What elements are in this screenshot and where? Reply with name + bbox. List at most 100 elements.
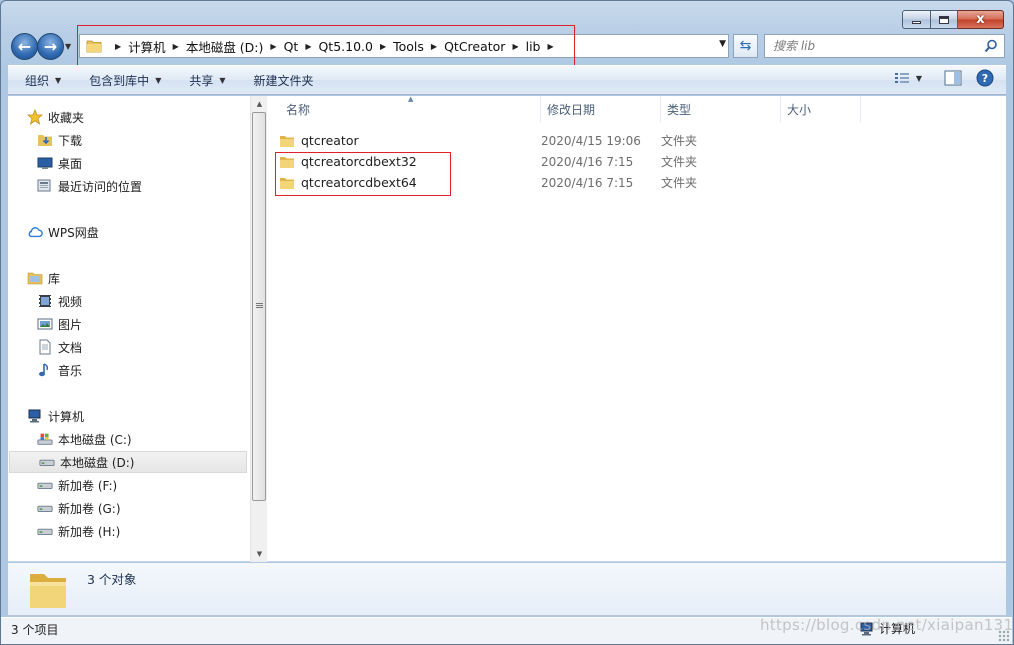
- new-folder-label: 新建文件夹: [253, 73, 314, 88]
- nav-drive-g-label: 新加卷 (G:): [58, 501, 121, 516]
- nav-documents[interactable]: 文档: [8, 336, 248, 358]
- file-row[interactable]: qtcreator 2020/4/15 19:06 文件夹: [279, 130, 1006, 151]
- organize-button[interactable]: 组织 ▼: [8, 66, 72, 94]
- nav-favorites[interactable]: 收藏夹: [8, 106, 248, 128]
- navigation-scrollbar[interactable]: ▲ ▼: [250, 96, 267, 562]
- breadcrumb-item-tools[interactable]: Tools: [393, 39, 424, 54]
- nav-drive-d[interactable]: 本地磁盘 (D:): [9, 451, 247, 473]
- nav-drive-g[interactable]: 新加卷 (G:): [8, 497, 248, 519]
- back-button[interactable]: ←: [11, 33, 38, 60]
- chevron-right-icon[interactable]: ▶: [512, 42, 518, 51]
- help-icon[interactable]: ?: [976, 69, 994, 87]
- column-name[interactable]: ▲ 名称: [268, 95, 541, 122]
- folder-icon: [86, 40, 102, 53]
- nav-downloads[interactable]: 下载: [8, 129, 248, 151]
- chevron-down-icon: ▼: [55, 75, 62, 85]
- breadcrumb-item-lib[interactable]: lib: [526, 39, 541, 54]
- file-row[interactable]: qtcreatorcdbext32 2020/4/16 7:15 文件夹: [279, 151, 1006, 172]
- file-type: 文件夹: [661, 134, 698, 148]
- new-folder-button[interactable]: 新建文件夹: [237, 66, 325, 94]
- nav-drive-h[interactable]: 新加卷 (H:): [8, 520, 248, 542]
- video-icon: [37, 293, 53, 309]
- breadcrumb-item-drive-d[interactable]: 本地磁盘 (D:): [186, 37, 264, 56]
- nav-computer[interactable]: 计算机: [8, 405, 248, 427]
- view-list-icon: [894, 73, 909, 83]
- details-pane: 3 个对象: [8, 563, 1006, 616]
- hard-drive-icon: [37, 477, 53, 493]
- file-date: 2020/4/16 7:15: [541, 154, 634, 169]
- sort-ascending-icon: ▲: [408, 95, 414, 103]
- breadcrumb-item-qtcreator[interactable]: QtCreator: [444, 39, 505, 54]
- address-history-dropdown[interactable]: ▼: [719, 39, 726, 49]
- nav-drive-f[interactable]: 新加卷 (F:): [8, 474, 248, 496]
- nav-recent-label: 最近访问的位置: [58, 179, 143, 194]
- file-name-cell: qtcreator: [279, 133, 541, 148]
- chevron-right-icon[interactable]: ▶: [305, 42, 311, 51]
- chevron-right-icon[interactable]: ▶: [270, 42, 276, 51]
- include-in-library-label: 包含到库中: [89, 73, 150, 88]
- breadcrumb-item-qt5100[interactable]: Qt5.10.0: [318, 39, 373, 54]
- maximize-button[interactable]: [931, 10, 958, 29]
- scroll-down-icon[interactable]: ▼: [251, 546, 268, 562]
- maximize-icon: [939, 15, 949, 24]
- picture-icon: [37, 316, 53, 332]
- share-button[interactable]: 共享 ▼: [172, 66, 236, 94]
- scroll-up-icon[interactable]: ▲: [251, 96, 268, 112]
- address-bar[interactable]: ▶ 计算机 ▶ 本地磁盘 (D:) ▶ Qt ▶ Qt5.10.0 ▶ Tool…: [79, 34, 729, 58]
- chevron-right-icon[interactable]: ▶: [548, 42, 554, 51]
- nav-pictures[interactable]: 图片: [8, 313, 248, 335]
- caption-buttons: x: [902, 10, 1004, 29]
- column-date-label: 修改日期: [547, 102, 596, 117]
- nav-drive-c[interactable]: 本地磁盘 (C:): [8, 428, 248, 450]
- nav-drive-f-label: 新加卷 (F:): [58, 478, 118, 493]
- desktop-icon: [37, 155, 53, 171]
- file-name: qtcreator: [301, 133, 359, 148]
- chevron-right-icon[interactable]: ▶: [173, 42, 179, 51]
- preview-pane-icon[interactable]: [944, 70, 962, 86]
- nav-libraries[interactable]: 库: [8, 267, 248, 289]
- column-date[interactable]: 修改日期: [541, 96, 661, 122]
- view-options-button[interactable]: ▼: [894, 71, 922, 85]
- file-name-cell: qtcreatorcdbext64: [279, 175, 541, 190]
- nav-recent-places[interactable]: 最近访问的位置: [8, 175, 248, 197]
- search-input[interactable]: [773, 39, 973, 53]
- nav-music-label: 音乐: [58, 363, 83, 378]
- breadcrumb-item-computer[interactable]: 计算机: [128, 37, 166, 56]
- column-size[interactable]: 大小: [781, 96, 861, 122]
- main-area: 收藏夹 下载 桌面 最近访问的位置 WPS网盘 库 视频 图片 文档 音乐 计算…: [8, 95, 1006, 562]
- forward-button[interactable]: →: [37, 33, 64, 60]
- arrow-left-icon: ←: [17, 37, 32, 56]
- toolbar-right: ▼ ?: [894, 69, 994, 87]
- computer-icon: [27, 408, 43, 424]
- file-type: 文件夹: [661, 155, 698, 169]
- chevron-right-icon[interactable]: ▶: [431, 42, 437, 51]
- file-date: 2020/4/15 19:06: [541, 133, 641, 148]
- scrollbar-thumb[interactable]: [252, 112, 266, 501]
- recent-pages-dropdown[interactable]: ▼: [65, 42, 77, 51]
- minimize-button[interactable]: [902, 10, 931, 29]
- nav-drive-c-label: 本地磁盘 (C:): [58, 432, 132, 447]
- search-icon[interactable]: [984, 39, 998, 53]
- recent-places-icon: [37, 178, 53, 194]
- arrow-right-icon: →: [43, 37, 58, 56]
- chevron-down-icon: ▼: [915, 73, 922, 83]
- close-button[interactable]: x: [958, 10, 1004, 29]
- include-in-library-button[interactable]: 包含到库中 ▼: [72, 66, 172, 94]
- nav-desktop[interactable]: 桌面: [8, 152, 248, 174]
- nav-wps-label: WPS网盘: [48, 225, 99, 240]
- file-row[interactable]: qtcreatorcdbext64 2020/4/16 7:15 文件夹: [279, 172, 1006, 193]
- nav-music[interactable]: 音乐: [8, 359, 248, 381]
- breadcrumb-item-qt[interactable]: Qt: [284, 39, 299, 54]
- refresh-button[interactable]: ⇆: [733, 34, 758, 58]
- music-icon: [37, 362, 53, 378]
- chevron-right-icon[interactable]: ▶: [380, 42, 386, 51]
- chevron-right-icon[interactable]: ▶: [115, 42, 121, 51]
- organize-label: 组织: [25, 73, 50, 88]
- file-list-pane: ▲ 名称 修改日期 类型 大小 qtcreator 2020/4/15 19:0…: [268, 95, 1006, 562]
- nav-wps-cloud[interactable]: WPS网盘: [8, 221, 248, 243]
- nav-videos[interactable]: 视频: [8, 290, 248, 312]
- folder-icon: [280, 135, 294, 147]
- column-type[interactable]: 类型: [661, 96, 781, 122]
- nav-downloads-label: 下载: [58, 133, 83, 148]
- watermark-text: https://blog.csdn.net/xiaipan1314: [760, 616, 1014, 634]
